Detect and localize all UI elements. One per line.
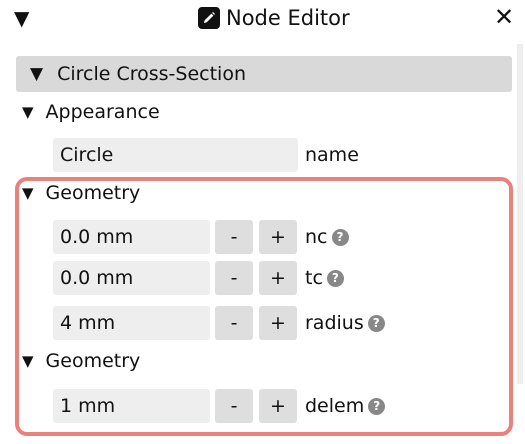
radius-label: radius (305, 312, 364, 334)
collapse-arrow-icon: ▼ (22, 184, 34, 202)
collapse-arrow-icon: ▼ (30, 64, 44, 84)
delem-increment-button[interactable]: + (259, 389, 297, 423)
radius-decrement-button[interactable]: - (215, 306, 253, 340)
delem-decrement-button[interactable]: - (215, 389, 253, 423)
panel-title: Circle Cross-Section (57, 63, 247, 85)
help-icon[interactable]: ? (326, 269, 344, 287)
circle-cross-section-header[interactable]: ▼ Circle Cross-Section (16, 56, 512, 92)
radius-increment-button[interactable]: + (259, 306, 297, 340)
help-icon[interactable]: ? (331, 228, 349, 246)
title-bar: ▼ Node Editor ✕ (0, 0, 525, 42)
close-icon[interactable]: ✕ (494, 4, 514, 30)
tc-decrement-button[interactable]: - (215, 261, 253, 295)
radius-input[interactable]: 4 mm (53, 306, 210, 340)
tc-property: tc ? (305, 261, 344, 295)
radius-property: radius ? (305, 306, 385, 340)
nc-label: nc (305, 226, 328, 248)
tc-label: tc (305, 267, 323, 289)
appearance-section-header[interactable]: ▼ Appearance (22, 101, 160, 123)
collapse-arrow-icon: ▼ (22, 103, 34, 121)
nc-increment-button[interactable]: + (259, 220, 297, 254)
tc-input[interactable]: 0.0 mm (53, 261, 210, 295)
window-title: Node Editor (226, 6, 350, 30)
geometry-label: Geometry (45, 182, 141, 204)
geometry-label: Geometry (45, 350, 141, 372)
geometry-section-header[interactable]: ▼ Geometry (22, 350, 140, 372)
name-input[interactable]: Circle (53, 138, 298, 172)
pencil-icon (198, 7, 220, 29)
delem-property: delem ? (305, 389, 386, 423)
nc-input[interactable]: 0.0 mm (53, 220, 210, 254)
help-icon[interactable]: ? (368, 397, 386, 415)
collapse-arrow-icon: ▼ (22, 352, 34, 370)
delem-label: delem (305, 395, 365, 417)
collapse-window-toggle[interactable]: ▼ (14, 6, 29, 30)
name-property: name (305, 138, 359, 172)
vertical-scrollbar[interactable] (517, 44, 523, 384)
nc-decrement-button[interactable]: - (215, 220, 253, 254)
name-label: name (305, 144, 359, 166)
help-icon[interactable]: ? (367, 314, 385, 332)
appearance-label: Appearance (45, 101, 160, 123)
window-title-group: Node Editor (198, 5, 350, 31)
tc-increment-button[interactable]: + (259, 261, 297, 295)
delem-input[interactable]: 1 mm (53, 389, 210, 423)
geometry-section-header[interactable]: ▼ Geometry (22, 182, 140, 204)
nc-property: nc ? (305, 220, 349, 254)
